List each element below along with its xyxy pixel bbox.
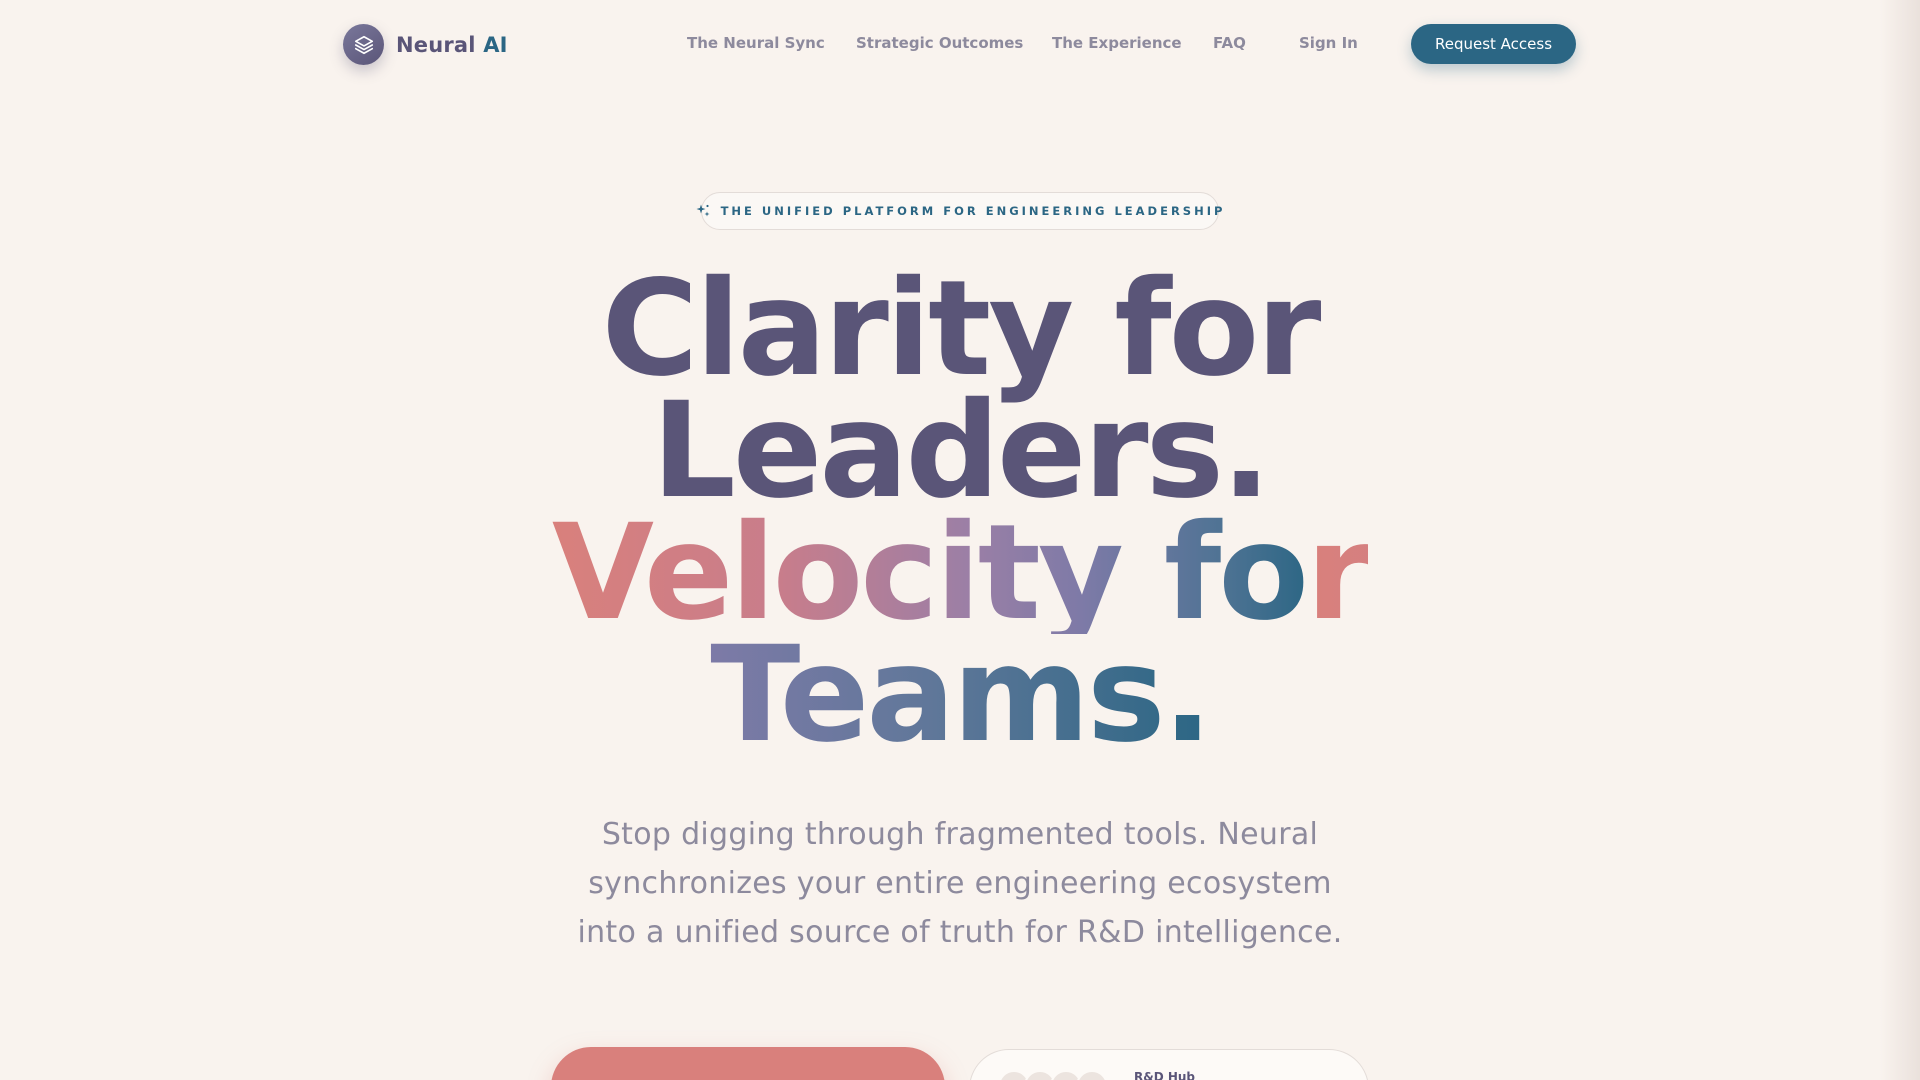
headline-gradient-block-2: Teams. — [0, 618, 1920, 772]
headline-line-3: Velocity for — [551, 496, 1371, 650]
nav-link-faq[interactable]: FAQ — [1213, 34, 1246, 52]
sign-in-link[interactable]: Sign In — [1299, 34, 1358, 52]
headline-line-2: Leaders. — [651, 374, 1272, 528]
hub-label: R&D Hub — [1134, 1070, 1196, 1080]
eyebrow-badge: THE UNIFIED PLATFORM FOR ENGINEERING LEA… — [696, 192, 1222, 230]
nav-link-neural-sync[interactable]: The Neural Sync — [687, 34, 825, 52]
avatar — [1076, 1070, 1108, 1080]
sparkles-icon — [695, 203, 711, 219]
top-navigation: Neural AI The Neural Sync Strategic Outc… — [0, 0, 1920, 88]
landing-page: Neural AI The Neural Sync Strategic Outc… — [0, 0, 1920, 1080]
avatar-stack — [998, 1070, 1118, 1080]
hero-subtext: Stop digging through fragmented tools. N… — [577, 817, 1343, 950]
nav-links: The Neural Sync Strategic Outcomes The E… — [0, 34, 1920, 54]
primary-cta-button[interactable] — [551, 1047, 945, 1080]
headline-line-4: Teams. — [710, 618, 1212, 772]
nav-link-experience[interactable]: The Experience — [1052, 34, 1182, 52]
nav-link-strategic-outcomes[interactable]: Strategic Outcomes — [856, 34, 1023, 52]
eyebrow-text: THE UNIFIED PLATFORM FOR ENGINEERING LEA… — [720, 204, 1226, 218]
rd-hub-card[interactable]: R&D Hub — [969, 1049, 1369, 1080]
headline-gradient-block: Velocity for — [0, 496, 1920, 650]
headline-line-1: Clarity for — [601, 252, 1322, 406]
hero-headline: Clarity for Leaders. Velocity for Teams. — [0, 252, 1920, 772]
request-access-button[interactable]: Request Access — [1411, 24, 1576, 64]
